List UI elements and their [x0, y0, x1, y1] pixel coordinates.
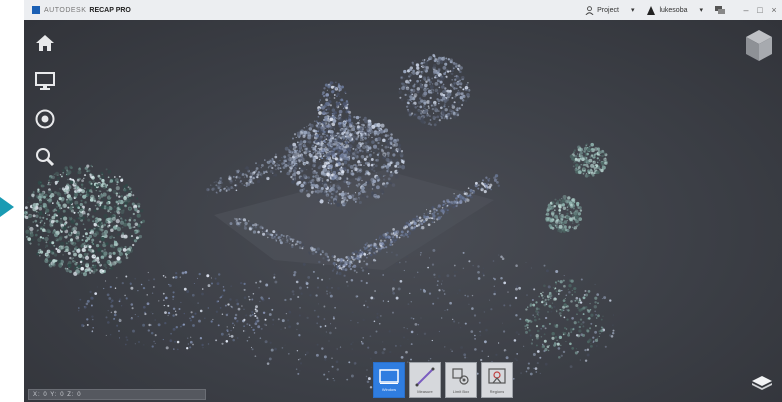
left-pointer-arrow [0, 197, 14, 217]
measure-icon [415, 367, 435, 386]
autodesk-logo-icon [32, 6, 40, 14]
project-menu-label: Project [597, 6, 619, 14]
user-menu[interactable]: lukesoba [646, 5, 687, 15]
window-select-button[interactable]: Window [373, 362, 405, 398]
chat-button[interactable] [715, 5, 728, 15]
user-menu-label: lukesoba [659, 6, 688, 14]
minimize-button[interactable]: – [740, 5, 752, 15]
project-dropdown[interactable]: ▾ [631, 6, 635, 14]
user-icon [647, 6, 656, 15]
coordinate-readout: X: 0 Y: 0 Z: 0 [33, 391, 82, 398]
measure-button[interactable]: Measure [409, 362, 441, 398]
orbit-icon [35, 109, 55, 129]
regions-label: Regions [489, 388, 505, 394]
home-icon [36, 35, 54, 51]
limit-box-label: Limit Box [452, 388, 470, 394]
orbit-button[interactable] [32, 106, 58, 132]
chevron-down-icon: ▾ [699, 7, 703, 14]
window-select-label: Window [381, 386, 397, 392]
limit-box-button[interactable]: Limit Box [445, 362, 477, 398]
chat-icon [715, 5, 725, 14]
coordinate-status-bar: X: 0 Y: 0 Z: 0 [28, 389, 206, 400]
maximize-icon: □ [757, 5, 763, 15]
minimize-icon: – [743, 5, 749, 15]
limit-box-icon [452, 367, 469, 385]
product-name: RECAP PRO [89, 6, 131, 14]
user-dropdown[interactable]: ▾ [699, 6, 703, 14]
display-button[interactable] [32, 68, 58, 94]
person-icon [585, 5, 594, 15]
home-button[interactable] [32, 30, 58, 56]
display-icon [35, 72, 55, 90]
window-select-icon [379, 368, 399, 384]
regions-icon [488, 367, 506, 384]
viewcube-icon[interactable] [744, 28, 774, 64]
recap-app-window: AUTODESK RECAP PRO Project ▾ lukesoba ▾ … [24, 0, 782, 402]
point-cloud-viewport[interactable]: Window Measure Limit Box Regions X: 0 Y:… [24, 20, 782, 402]
layers-icon[interactable] [750, 374, 774, 392]
zoom-icon [36, 148, 55, 167]
measure-label: Measure [417, 388, 433, 394]
regions-button[interactable]: Regions [481, 362, 513, 398]
point-cloud-scene [24, 53, 615, 390]
project-menu[interactable]: Project [585, 5, 619, 15]
bottom-toolbar: Window Measure Limit Box Regions [373, 362, 513, 398]
maximize-button[interactable]: □ [754, 5, 766, 15]
close-button[interactable]: × [768, 5, 780, 15]
title-bar: AUTODESK RECAP PRO Project ▾ lukesoba ▾ … [24, 0, 782, 20]
close-icon: × [771, 5, 777, 15]
chevron-down-icon: ▾ [630, 7, 635, 14]
zoom-button[interactable] [32, 144, 58, 170]
brand-name: AUTODESK [44, 6, 87, 14]
navigation-tools [32, 30, 58, 182]
